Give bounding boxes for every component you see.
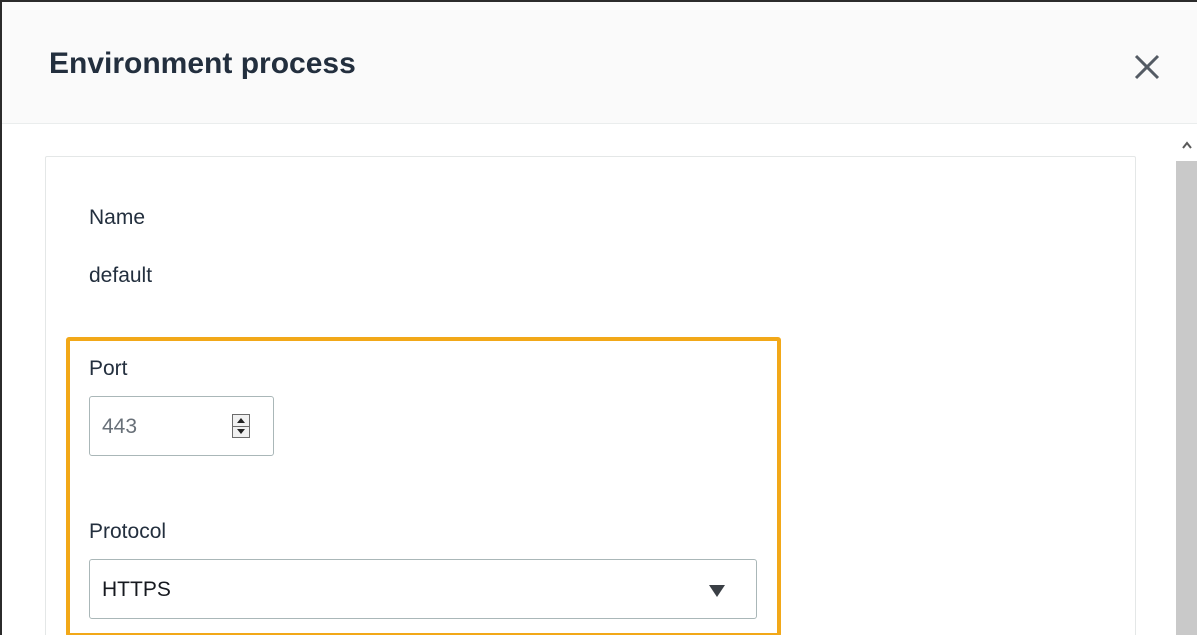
- protocol-select[interactable]: HTTPS: [89, 559, 757, 619]
- name-label: Name: [89, 206, 146, 229]
- caret-down-icon: [709, 585, 725, 597]
- process-settings-card: Name default Port 443 Protocol HTTPS: [45, 156, 1136, 635]
- close-button[interactable]: [1128, 48, 1166, 86]
- port-stepper[interactable]: [232, 414, 250, 438]
- scroll-up-button[interactable]: [1175, 133, 1197, 157]
- port-value: 443: [102, 415, 138, 438]
- modal-header: Environment process: [2, 2, 1197, 124]
- port-input[interactable]: 443: [89, 396, 274, 456]
- close-icon: [1134, 54, 1160, 80]
- protocol-selected-value: HTTPS: [102, 578, 171, 601]
- environment-process-modal: Environment process Name default Port 44…: [0, 0, 1197, 635]
- scrollbar-thumb[interactable]: [1176, 161, 1197, 635]
- stepper-divider: [233, 426, 249, 427]
- modal-body: Name default Port 443 Protocol HTTPS: [2, 125, 1197, 635]
- stepper-down-icon[interactable]: [237, 429, 245, 434]
- modal-title: Environment process: [49, 47, 356, 80]
- port-label: Port: [89, 357, 128, 380]
- name-value: default: [89, 264, 153, 287]
- protocol-label: Protocol: [89, 520, 167, 543]
- stepper-up-icon[interactable]: [237, 418, 245, 423]
- vertical-scrollbar[interactable]: [1175, 125, 1197, 635]
- chevron-up-icon: [1182, 141, 1192, 149]
